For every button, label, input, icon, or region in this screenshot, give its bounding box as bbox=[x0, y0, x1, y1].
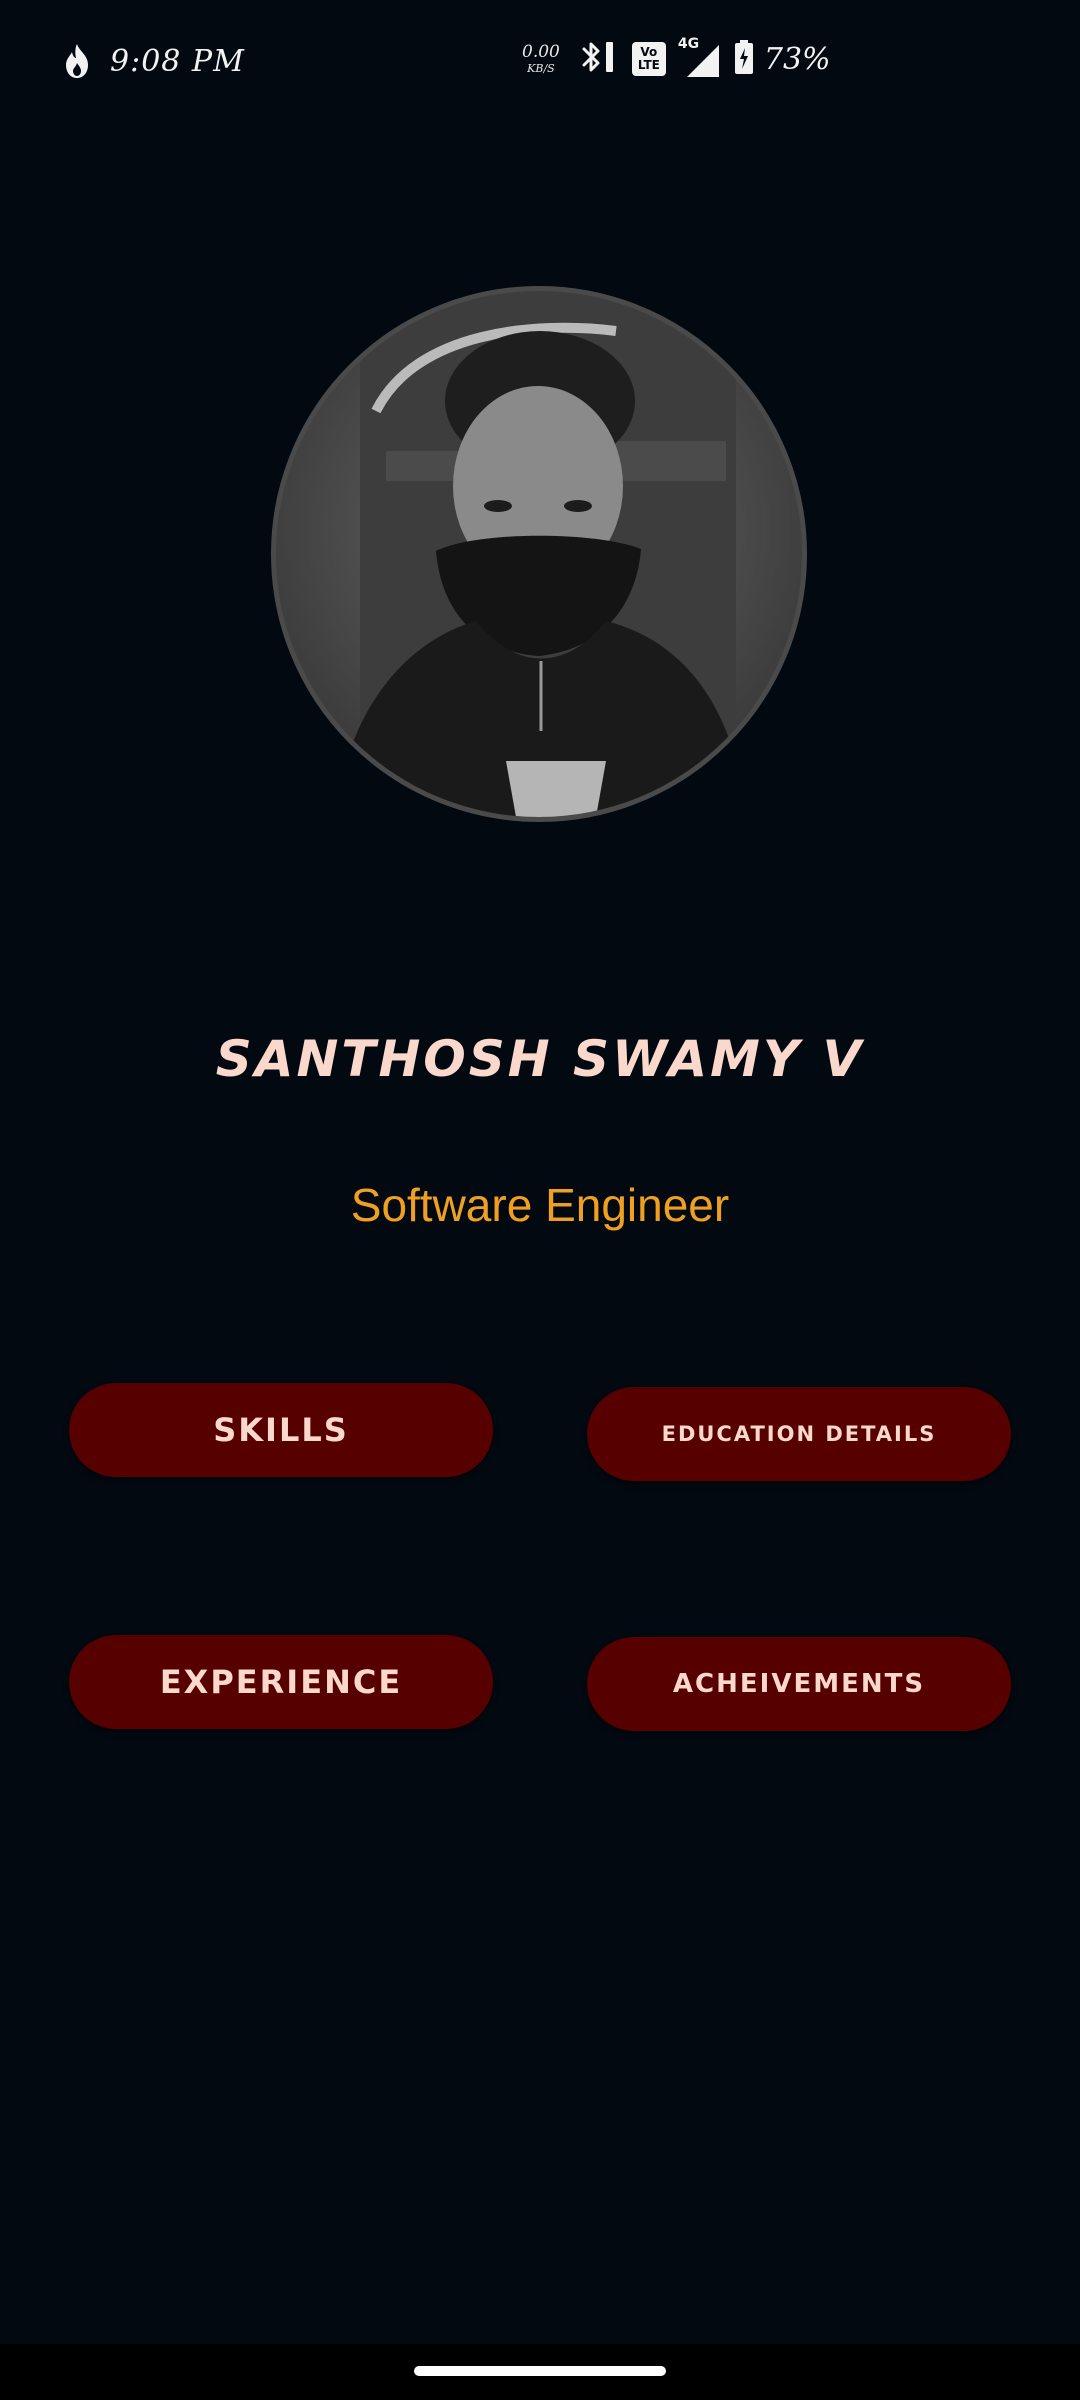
profile-photo bbox=[336, 291, 746, 817]
network-speed-value: 0.00 bbox=[522, 42, 560, 62]
profile-name: SANTHOSH SWAMY V bbox=[215, 1030, 865, 1088]
signal-indicator: 4G bbox=[678, 36, 722, 78]
bluetooth-icon bbox=[578, 39, 618, 79]
battery-level: 73% bbox=[763, 41, 831, 77]
status-left: 9:08 PM bbox=[62, 38, 245, 84]
experience-button[interactable]: EXPERIENCE bbox=[69, 1635, 493, 1729]
volte-icon: Vo LTE bbox=[631, 42, 666, 76]
network-speed: 0.00 KB/S bbox=[522, 42, 560, 75]
education-details-button[interactable]: EDUCATION DETAILS bbox=[587, 1387, 1011, 1481]
profile-role: Software Engineer bbox=[350, 1179, 730, 1231]
home-indicator[interactable] bbox=[414, 2366, 666, 2376]
status-bar: 9:08 PM 0.00 KB/S Vo LTE 4G 73% bbox=[0, 0, 1080, 120]
navigation-bar bbox=[0, 2344, 1080, 2400]
battery-charging-icon bbox=[734, 39, 754, 79]
volte-bottom-label: LTE bbox=[637, 58, 660, 72]
network-speed-unit: KB/S bbox=[527, 62, 555, 75]
profile-avatar bbox=[271, 286, 807, 822]
signal-icon bbox=[686, 45, 719, 77]
flame-icon bbox=[62, 43, 92, 79]
achievements-button[interactable]: ACHEIVEMENTS bbox=[587, 1637, 1011, 1731]
status-right: 0.00 KB/S Vo LTE 4G 73% bbox=[522, 34, 831, 84]
skills-button[interactable]: SKILLS bbox=[69, 1383, 493, 1477]
status-time: 9:08 PM bbox=[110, 43, 245, 79]
